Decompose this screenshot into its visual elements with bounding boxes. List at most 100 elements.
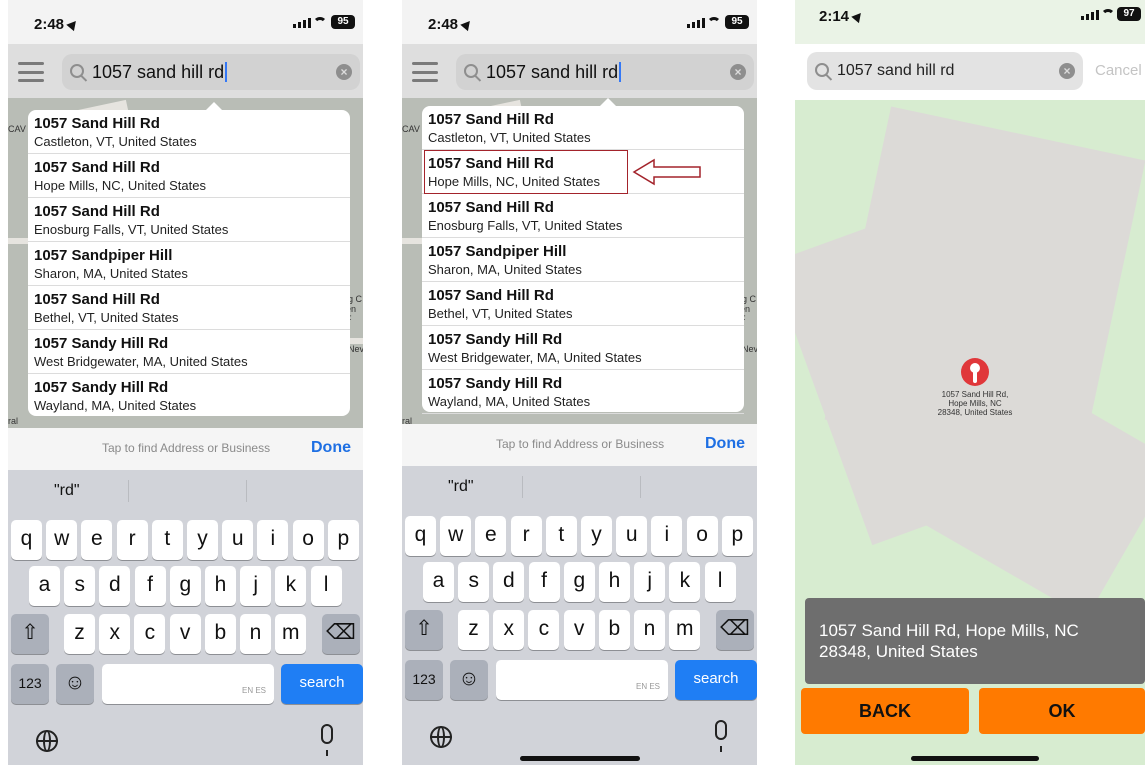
key-l[interactable]: l <box>704 562 736 602</box>
suggestion-item[interactable]: 1057 Sand Hill Rd Enosburg Falls, VT, Uni… <box>28 198 350 242</box>
search-key[interactable]: search <box>281 664 363 704</box>
key-j[interactable]: j <box>634 562 666 602</box>
microphone-icon[interactable] <box>321 724 333 756</box>
search-key[interactable]: search <box>675 660 757 700</box>
key-q[interactable]: q <box>405 516 436 556</box>
key-l[interactable]: l <box>310 566 342 606</box>
back-button[interactable]: BACK <box>801 688 969 734</box>
done-button[interactable]: Done <box>311 439 351 457</box>
ok-button[interactable]: OK <box>979 688 1145 734</box>
globe-icon[interactable] <box>36 730 58 752</box>
key-o[interactable]: o <box>292 520 324 560</box>
key-w[interactable]: w <box>46 520 78 560</box>
key-s[interactable]: s <box>458 562 490 602</box>
suggestion-item[interactable]: 1057 Sand Hill Rd Hope Mills, NC, United … <box>28 154 350 198</box>
key-s[interactable]: s <box>64 566 96 606</box>
key-w[interactable]: w <box>440 516 472 556</box>
key-u[interactable]: u <box>222 520 254 560</box>
key-n[interactable]: n <box>634 610 665 650</box>
suggestion-item[interactable]: 1057 Sandy Hill Rd Wayland, MA, United St… <box>422 370 744 414</box>
suggestion-item[interactable]: 1057 Sandpiper Hill Sharon, MA, United St… <box>28 242 350 286</box>
prediction-suggestion[interactable]: "rd" <box>54 482 80 500</box>
globe-icon[interactable] <box>430 726 452 748</box>
key-v[interactable]: v <box>169 614 201 654</box>
key-u[interactable]: u <box>616 516 648 556</box>
suggestion-item[interactable]: 1057 Sandy Hill Rd West Bridgewater, MA, … <box>422 326 744 370</box>
key-x[interactable]: x <box>493 610 525 650</box>
clear-icon[interactable]: × <box>336 64 352 80</box>
wifi-icon <box>313 17 327 27</box>
key-i[interactable]: i <box>651 516 683 556</box>
key-o[interactable]: o <box>686 516 718 556</box>
key-y[interactable]: y <box>187 520 218 560</box>
key-m[interactable]: m <box>275 614 307 654</box>
key-f[interactable]: f <box>528 562 560 602</box>
suggestion-item[interactable]: 1057 Sandy Hill Rd West Bridgewater, MA, … <box>28 330 350 374</box>
key-c[interactable]: c <box>134 614 166 654</box>
key-e[interactable]: e <box>81 520 113 560</box>
key-p[interactable]: p <box>327 520 359 560</box>
key-a[interactable]: a <box>29 566 60 606</box>
suggestion-item[interactable]: 1057 Sandpiper Hill Sharon, MA, United St… <box>422 238 744 282</box>
numbers-key[interactable]: 123 <box>11 664 49 704</box>
prediction-suggestion[interactable]: "rd" <box>448 478 474 496</box>
search-icon <box>70 64 84 78</box>
key-y[interactable]: y <box>581 516 612 556</box>
status-time: 2:14 <box>819 8 850 25</box>
cancel-button[interactable]: Cancel <box>1095 62 1142 79</box>
key-t[interactable]: t <box>151 520 183 560</box>
key-b[interactable]: b <box>598 610 630 650</box>
emoji-key[interactable]: ☺ <box>450 660 488 700</box>
menu-icon[interactable] <box>18 62 44 82</box>
key-v[interactable]: v <box>563 610 595 650</box>
shift-key[interactable]: ⇧ <box>405 610 443 650</box>
clear-icon[interactable]: × <box>1059 63 1075 79</box>
key-p[interactable]: p <box>721 516 753 556</box>
key-z[interactable]: z <box>458 610 489 650</box>
done-button[interactable]: Done <box>705 435 745 453</box>
suggestion-item[interactable]: 1057 Sand Hill Rd Bethel, VT, United Stat… <box>422 282 744 326</box>
key-c[interactable]: c <box>528 610 560 650</box>
key-r[interactable]: r <box>116 520 148 560</box>
key-g[interactable]: g <box>563 562 595 602</box>
key-r[interactable]: r <box>510 516 542 556</box>
space-key[interactable]: EN ES <box>102 664 274 704</box>
key-h[interactable]: h <box>599 562 630 602</box>
key-e[interactable]: e <box>475 516 507 556</box>
key-a[interactable]: a <box>423 562 454 602</box>
key-t[interactable]: t <box>545 516 577 556</box>
key-f[interactable]: f <box>134 566 166 606</box>
key-n[interactable]: n <box>240 614 271 654</box>
key-q[interactable]: q <box>11 520 42 560</box>
clear-icon[interactable]: × <box>730 64 746 80</box>
microphone-icon[interactable] <box>715 720 727 752</box>
key-j[interactable]: j <box>240 566 272 606</box>
delete-key[interactable]: ⌫ <box>322 614 360 654</box>
shift-key[interactable]: ⇧ <box>11 614 49 654</box>
space-key[interactable]: EN ES <box>496 660 668 700</box>
key-x[interactable]: x <box>99 614 131 654</box>
key-g[interactable]: g <box>169 566 201 606</box>
menu-icon[interactable] <box>412 62 438 82</box>
delete-key[interactable]: ⌫ <box>716 610 754 650</box>
key-d[interactable]: d <box>493 562 525 602</box>
map-pin-icon[interactable] <box>961 358 989 386</box>
key-i[interactable]: i <box>257 520 289 560</box>
suggestion-item[interactable]: 1057 Sandy Hill Rd Wayland, MA, United St… <box>28 374 350 418</box>
key-z[interactable]: z <box>64 614 95 654</box>
numbers-key[interactable]: 123 <box>405 660 443 700</box>
suggestion-item[interactable]: 1057 Sand Hill Rd Bethel, VT, United Stat… <box>28 286 350 330</box>
search-input[interactable]: 1057 sand hill rd × <box>807 52 1083 90</box>
key-k[interactable]: k <box>669 562 701 602</box>
key-m[interactable]: m <box>669 610 701 650</box>
emoji-key[interactable]: ☺ <box>56 664 94 704</box>
key-k[interactable]: k <box>275 566 307 606</box>
key-b[interactable]: b <box>204 614 236 654</box>
key-h[interactable]: h <box>205 566 236 606</box>
search-input[interactable]: 1057 sand hill rd × <box>456 54 754 90</box>
key-d[interactable]: d <box>99 566 131 606</box>
search-input[interactable]: 1057 sand hill rd × <box>62 54 360 90</box>
suggestion-item[interactable]: 1057 Sand Hill Rd Castleton, VT, United S… <box>28 110 350 154</box>
suggestion-item[interactable]: 1057 Sand Hill Rd Castleton, VT, United S… <box>422 106 744 150</box>
suggestion-item[interactable]: 1057 Sand Hill Rd Enosburg Falls, VT, Uni… <box>422 194 744 238</box>
